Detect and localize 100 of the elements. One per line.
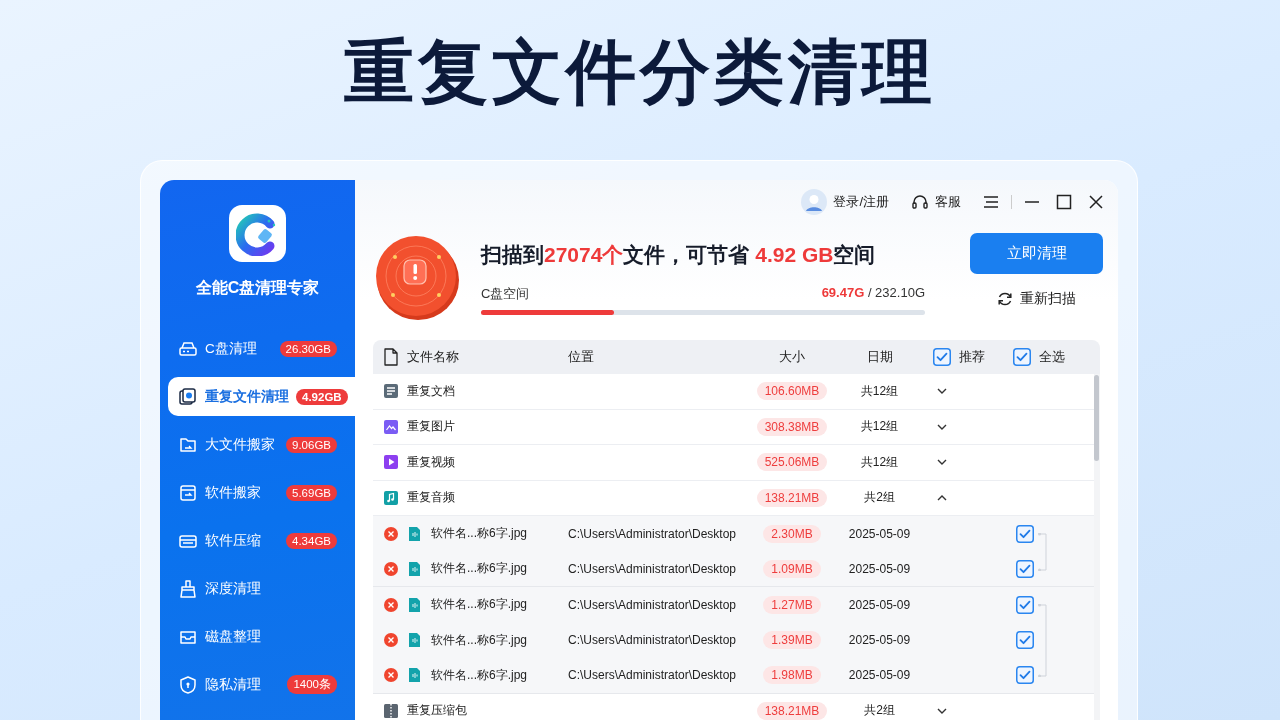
audio-file-icon <box>408 632 421 649</box>
maximize-icon[interactable] <box>1056 194 1072 210</box>
sidebar-icon <box>178 674 198 695</box>
checkbox[interactable] <box>1016 631 1034 650</box>
archive-icon <box>383 702 399 719</box>
size-tag: 138.21MB <box>756 488 828 507</box>
column-header: 推荐 <box>959 348 985 366</box>
sidebar-item-label: 大文件搬家 <box>205 435 276 454</box>
size-tag: 1.27MB <box>763 595 821 614</box>
sidebar-item-label: C盘清理 <box>205 339 258 358</box>
support-link[interactable]: 客服 <box>911 193 961 211</box>
rescan-button[interactable]: 重新扫描 <box>997 290 1076 308</box>
column-header: 位置 <box>568 348 594 366</box>
sidebar-item-label: 磁盘整理 <box>205 627 262 646</box>
column-header: 全选 <box>1039 348 1065 366</box>
sidebar-item[interactable]: 大文件搬家 9.06GB <box>168 425 355 464</box>
size-tag: 2.30MB <box>763 524 821 543</box>
checkbox[interactable] <box>1013 348 1031 366</box>
scrollbar[interactable] <box>1094 375 1099 461</box>
group-count: 共12组 <box>860 418 899 436</box>
sidebar-item[interactable]: 软件搬家 5.69GB <box>168 473 355 512</box>
avatar-icon <box>801 189 828 215</box>
count-badge: 5.69GB <box>286 484 337 501</box>
remove-icon[interactable] <box>384 597 398 612</box>
sidebar-item-label: 重复文件清理 <box>205 387 289 406</box>
category-name: 重复文档 <box>407 382 455 400</box>
video-icon <box>383 454 399 471</box>
remove-icon[interactable] <box>384 561 398 576</box>
size-tag: 1.98MB <box>763 666 821 685</box>
file-date: 2025-05-09 <box>848 668 911 683</box>
sidebar-icon <box>178 482 198 503</box>
login-label: 登录/注册 <box>833 193 889 211</box>
file-icon <box>383 348 399 366</box>
size-tag: 1.09MB <box>763 559 821 578</box>
file-name: 软件名...称6字.jpg <box>431 666 528 684</box>
group-count: 共12组 <box>860 382 899 400</box>
sidebar-item-label: 隐私清理 <box>205 675 262 694</box>
checkbox[interactable] <box>933 348 951 366</box>
sidebar-icon <box>178 386 198 407</box>
checkbox[interactable] <box>1016 524 1034 543</box>
category-name: 重复视频 <box>407 453 455 471</box>
file-date: 2025-05-09 <box>848 633 911 648</box>
remove-icon[interactable] <box>384 633 398 648</box>
size-tag: 308.38MB <box>756 417 828 436</box>
group-count: 共2组 <box>864 489 895 507</box>
audio-file-icon <box>408 596 421 613</box>
count-badge: 4.92GB <box>296 388 348 405</box>
count-badge: 4.34GB <box>286 532 337 549</box>
remove-icon[interactable] <box>384 526 398 541</box>
music-note-icon <box>383 489 399 506</box>
count-badge: 26.30GB <box>279 340 337 357</box>
sidebar-item[interactable]: 重复文件清理 4.92GB <box>168 377 355 416</box>
refresh-icon <box>997 291 1013 307</box>
menu-icon[interactable] <box>983 194 999 210</box>
remove-icon[interactable] <box>384 668 398 683</box>
file-date: 2025-05-09 <box>848 597 911 612</box>
file-path: C:\Users\Administrator\Desktop <box>568 633 738 648</box>
document-icon <box>383 383 399 400</box>
size-tag: 106.60MB <box>756 382 828 401</box>
login-link[interactable]: 登录/注册 <box>801 189 889 215</box>
file-name: 软件名...称6字.jpg <box>431 631 528 649</box>
sidebar-item[interactable]: 深度清理 <box>168 569 355 608</box>
sidebar-item-label: 软件搬家 <box>205 483 262 502</box>
file-path: C:\Users\Administrator\Desktop <box>568 526 738 541</box>
app-name: 全能C盘清理专家 <box>194 278 321 298</box>
sidebar-item[interactable]: 磁盘整理 <box>168 617 355 656</box>
checkbox[interactable] <box>1016 595 1034 614</box>
checkbox[interactable] <box>1016 666 1034 685</box>
group-count: 共12组 <box>860 453 899 471</box>
group-count: 共2组 <box>864 702 895 720</box>
close-icon[interactable] <box>1088 194 1104 210</box>
checkbox[interactable] <box>1016 559 1034 578</box>
audio-file-icon <box>408 525 421 542</box>
sidebar-item[interactable]: C盘清理 26.30GB <box>168 329 355 368</box>
size-tag: 525.06MB <box>756 453 828 472</box>
disk-usage: 69.47G / 232.10G <box>821 285 925 302</box>
sidebar-icon <box>178 578 198 599</box>
category-name: 重复压缩包 <box>407 702 467 720</box>
support-label: 客服 <box>935 193 961 211</box>
sidebar-item-label: 软件压缩 <box>205 531 262 550</box>
column-header: 日期 <box>866 348 893 366</box>
headset-icon <box>911 193 929 211</box>
image-icon <box>383 418 399 435</box>
sidebar-item[interactable]: 软件压缩 4.34GB <box>168 521 355 560</box>
file-name: 软件名...称6字.jpg <box>431 596 528 614</box>
file-date: 2025-05-09 <box>848 526 911 541</box>
file-name: 软件名...称6字.jpg <box>431 525 528 543</box>
sidebar-item[interactable]: 隐私清理 1400条 <box>168 665 355 704</box>
file-name: 软件名...称6字.jpg <box>431 560 528 578</box>
size-tag: 1.39MB <box>763 631 821 650</box>
count-badge: 1400条 <box>287 675 337 694</box>
file-path: C:\Users\Administrator\Desktop <box>568 668 738 683</box>
audio-file-icon <box>408 560 421 577</box>
column-header: 大小 <box>779 348 805 366</box>
file-path: C:\Users\Administrator\Desktop <box>568 597 738 612</box>
column-header: 文件名称 <box>407 348 459 366</box>
clean-now-button[interactable]: 立即清理 <box>970 233 1103 274</box>
sidebar-item-label: 深度清理 <box>205 579 262 598</box>
category-name: 重复音频 <box>407 489 455 507</box>
disk-label: C盘空间 <box>481 285 530 303</box>
